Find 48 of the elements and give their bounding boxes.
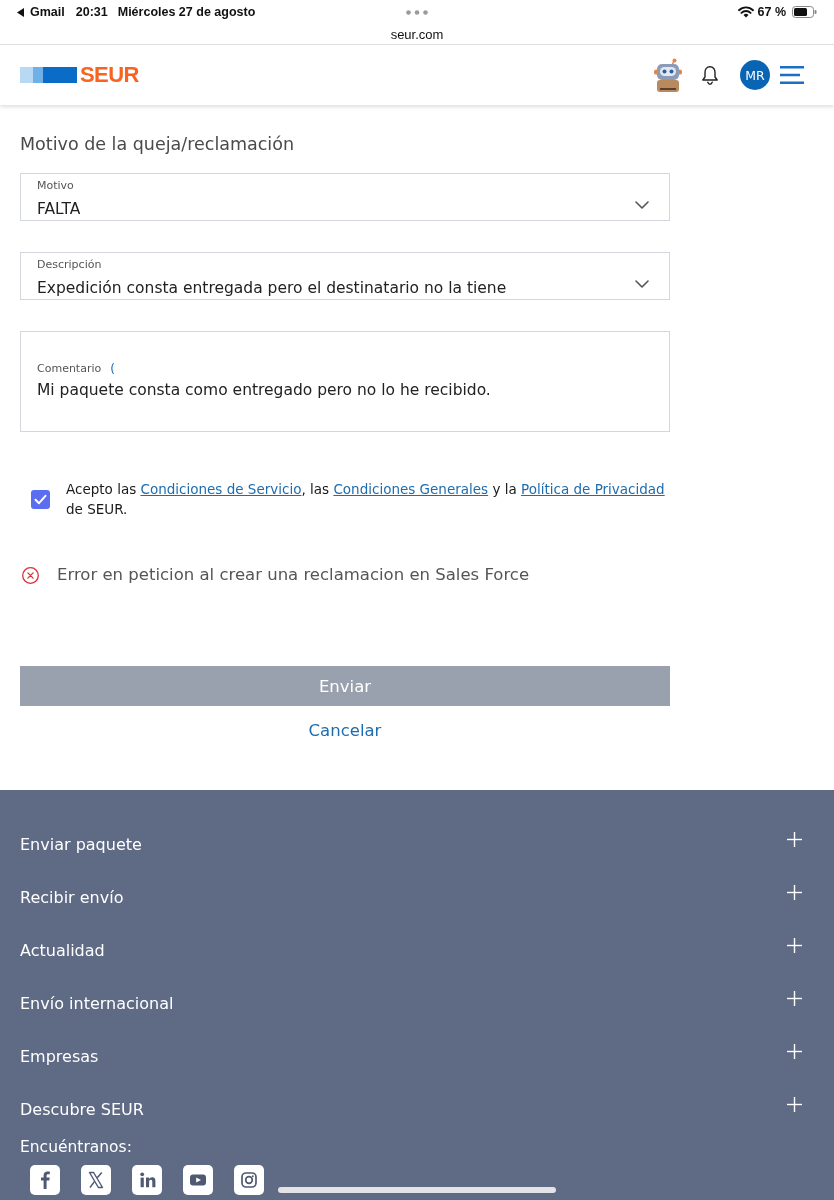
select-field[interactable]: Descripción Expedición consta entregada pero el destinatario no la tiene: [20, 252, 670, 300]
error-icon: [22, 566, 39, 584]
select-field[interactable]: Motivo FALTA: [20, 173, 670, 221]
checkbox[interactable]: [31, 489, 50, 509]
accordion-header[interactable]: Recibir envío: [20, 871, 802, 924]
linkedin-icon[interactable]: [132, 1165, 162, 1195]
comment-field[interactable]: Comentario ( Mi paquete consta como entregado pero no lo he recibido.: [20, 331, 670, 432]
logo-link[interactable]: SEUR: [20, 64, 139, 86]
field-label: Motivo: [37, 179, 74, 193]
accordion-header[interactable]: Envío internacional: [20, 977, 802, 1030]
label-note: (: [110, 362, 115, 376]
status-time: 20:31: [75, 5, 108, 19]
battery-icon: [792, 6, 817, 18]
back-link[interactable]: Gmail: [17, 5, 65, 19]
field-label: Descripción: [37, 258, 102, 272]
robot-icon[interactable]: [652, 58, 684, 92]
battery-percentage: 67 %: [757, 5, 786, 19]
accordion-header[interactable]: Actualidad: [20, 924, 802, 977]
accordion-header[interactable]: Empresas: [20, 1030, 802, 1083]
accordion-header[interactable]: Descubre SEUR: [20, 1083, 802, 1136]
bell-icon[interactable]: [701, 65, 719, 85]
instagram-icon[interactable]: [234, 1165, 264, 1195]
social-heading: Encuéntranos:: [20, 1137, 132, 1157]
chevron-down-icon: [635, 200, 649, 209]
more-dots-icon[interactable]: [406, 9, 428, 15]
facebook-icon[interactable]: [30, 1165, 60, 1195]
field-label: Comentario: [37, 362, 102, 376]
terms-text: Acepto las Condiciones de Servicio, las Condiciones Generales y la Política de Privacidad de SEUR.: [66, 480, 666, 519]
field-value: Mi paquete consta como entregado pero no lo he recibido.: [37, 380, 491, 400]
menu-icon[interactable]: [780, 66, 804, 84]
page-url[interactable]: seur.com: [390, 26, 444, 42]
back-icon: [17, 7, 24, 17]
accordion-header[interactable]: Enviar paquete: [20, 818, 802, 871]
wifi-icon: [737, 6, 754, 18]
status-date: Miércoles 27 de agosto: [117, 5, 256, 19]
logo-stripes-icon: [20, 67, 77, 83]
field-value: Expedición consta entregada pero el destinatario no la tiene: [37, 278, 507, 298]
x-logo-icon[interactable]: [81, 1165, 111, 1195]
error-message: Error en peticion al crear una reclamacion en Sales Force: [57, 564, 530, 586]
terms-link[interactable]: Política de Privacidad: [521, 481, 665, 497]
field-value: FALTA: [37, 199, 81, 219]
chevron-down-icon: [635, 279, 649, 288]
avatar-button[interactable]: MR: [740, 60, 770, 90]
terms-link[interactable]: Condiciones Generales: [333, 481, 489, 497]
youtube-icon[interactable]: [183, 1165, 213, 1195]
cancel-link[interactable]: Cancelar: [308, 720, 382, 742]
section-heading: Motivo de la queja/reclamación: [20, 133, 296, 156]
terms-link[interactable]: Condiciones de Servicio: [140, 481, 302, 497]
